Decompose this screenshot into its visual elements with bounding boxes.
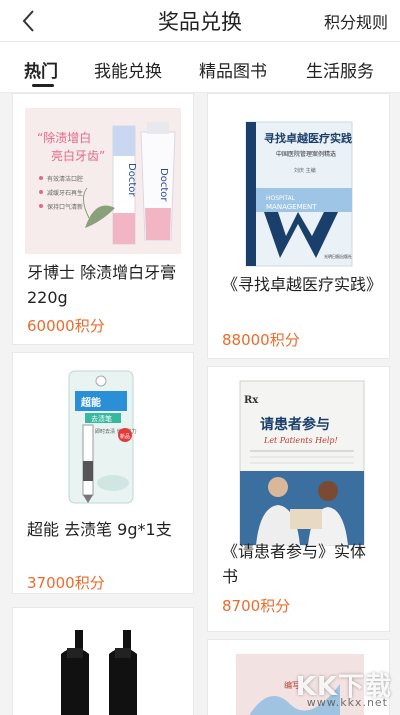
active-tab-indicator <box>32 84 54 87</box>
svg-text:Doctor: Doctor <box>158 168 169 202</box>
product-image-spray-bottles <box>25 624 181 715</box>
product-price: 60000积分 <box>27 317 105 335</box>
tab-hot[interactable]: 热门 <box>24 57 58 82</box>
product-card[interactable]: Rx 请患者参与 Let Patients Help! 《请患者参与》实体书 8… <box>207 366 390 632</box>
image-brand: Doctor <box>126 163 137 197</box>
image-slogan-2: 亮白牙齿” <box>51 148 105 163</box>
product-name: 《请患者参与》实体书 <box>222 542 367 586</box>
image-pen-tag: 新品 <box>120 433 130 440</box>
image-bullet-1: 有效清洁口腔 <box>47 175 83 183</box>
image-bullet-2: 减缓牙石再生 <box>47 189 83 197</box>
product-card[interactable] <box>12 607 194 715</box>
image-book-subtitle: 中国医院管理案例精选 <box>276 150 336 158</box>
image-pen-product: 去渍笔 <box>91 414 112 423</box>
image-slogan-1: “除渍增白 <box>37 130 91 145</box>
image-book2-subtitle: Let Patients Help! <box>263 436 338 445</box>
top-bar: 奖品兑换 积分规则 <box>0 0 400 42</box>
product-name: 超能 去渍笔 9g*1支 <box>27 520 172 539</box>
tab-books[interactable]: 精品图书 <box>199 57 267 82</box>
tab-can-redeem[interactable]: 我能兑换 <box>94 57 162 82</box>
product-image-book-excellence: 寻找卓越医疗实践 中国医院管理案例精选 刘庆 主编 HOSPITAL MANAG… <box>220 108 376 270</box>
product-name: 《寻找卓越医疗实践》 <box>222 275 383 294</box>
tab-life-services[interactable]: 生活服务 <box>306 57 374 82</box>
product-card[interactable]: “除渍增白 亮白牙齿” 有效清洁口腔 减缓牙石再生 保持口气清新 Doctor … <box>12 93 194 345</box>
product-grid: “除渍增白 亮白牙齿” 有效清洁口腔 减缓牙石再生 保持口气清新 Doctor … <box>0 93 400 715</box>
image-book-publisher: 光明日报出版社 <box>324 253 352 259</box>
product-price: 37000积分 <box>27 574 105 592</box>
product-card[interactable]: 超能 去渍笔 即时去渍 省水省力 新品 超能 去渍笔 9g*1支 37000积分 <box>12 352 194 594</box>
image-bullet-3: 保持口气清新 <box>47 203 83 211</box>
image-book-title: 寻找卓越医疗实践 <box>264 131 352 145</box>
image-book2-title: 请患者参与 <box>260 416 330 433</box>
product-price: 8700积分 <box>222 597 291 615</box>
product-price: 88000积分 <box>222 331 300 349</box>
product-name: 牙博士 除渍增白牙膏220g <box>27 263 177 307</box>
image-rx: Rx <box>244 395 259 406</box>
image-book-banner-2: MANAGEMENT <box>266 203 317 211</box>
image-book-banner-1: HOSPITAL <box>266 195 296 202</box>
image-pen-brand: 超能 <box>80 396 101 409</box>
watermark-logo: KK下载 www.kkx.net <box>295 672 392 709</box>
category-tabs: 热门 我能兑换 精品图书 生活服务 <box>0 43 400 93</box>
image-book-editor: 刘庆 主编 <box>294 167 316 174</box>
product-image-toothpaste: “除渍增白 亮白牙齿” 有效清洁口腔 减缓牙石再生 保持口气清新 Doctor … <box>25 108 181 254</box>
points-rules-link[interactable]: 积分规则 <box>324 9 388 33</box>
product-card[interactable]: 寻找卓越医疗实践 中国医院管理案例精选 刘庆 主编 HOSPITAL MANAG… <box>207 93 390 359</box>
product-image-stain-pen: 超能 去渍笔 即时去渍 省水省力 新品 <box>25 365 181 511</box>
product-image-book-patients: Rx 请患者参与 Let Patients Help! <box>220 379 376 547</box>
